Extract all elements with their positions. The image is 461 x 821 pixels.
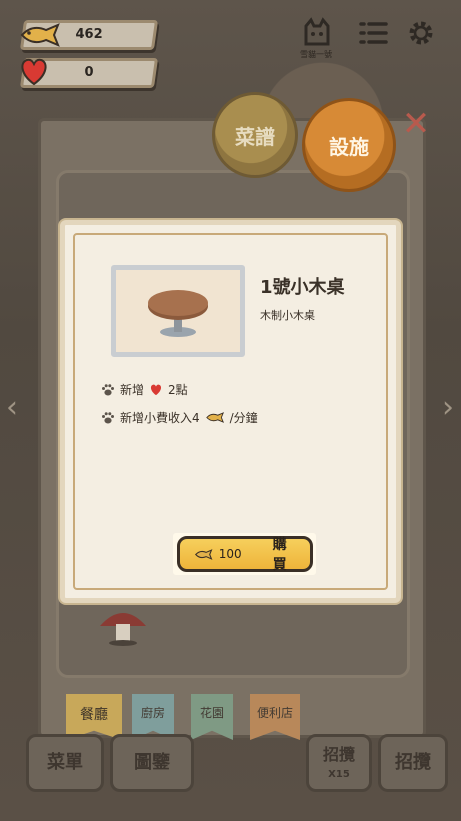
fish-currency-icon — [194, 548, 212, 560]
wooden-table-image — [148, 290, 208, 337]
mushroom-table-item[interactable] — [98, 606, 148, 646]
effect-row-hearts: 新增 2點 — [101, 381, 188, 398]
tab-recipe[interactable]: 菜譜 — [212, 92, 298, 178]
buy-label: 購買 — [272, 537, 287, 573]
item-detail-card: 1號小木桌 木制小木桌 新增 2點 新增小費收入4 /分鐘 100 購買 — [60, 220, 401, 603]
gear-icon[interactable] — [404, 16, 438, 50]
arrow-right-icon[interactable]: › — [436, 390, 460, 426]
menu-button[interactable]: 菜單 — [26, 734, 104, 792]
effect2-suffix: /分鐘 — [229, 411, 258, 425]
fish-currency-icon — [205, 412, 224, 423]
close-icon[interactable]: ✕ — [400, 107, 432, 141]
item-thumbnail — [111, 265, 245, 357]
effect2-prefix: 新增小費收入4 — [120, 411, 200, 425]
heart-icon — [150, 384, 162, 396]
item-description: 木制小木桌 — [260, 309, 315, 322]
arrow-left-icon[interactable]: ‹ — [0, 390, 24, 426]
buy-button[interactable]: 100 購買 — [173, 533, 316, 575]
card-inner-border: 1號小木桌 木制小木桌 新增 2點 新增小費收入4 /分鐘 100 購買 — [73, 233, 388, 590]
guide-button[interactable]: 圖鑒 — [110, 734, 194, 792]
recruit-button[interactable]: 招攬 — [378, 734, 448, 792]
item-title: 1號小木桌 — [260, 277, 345, 298]
paw-icon — [102, 383, 114, 395]
effect-row-tips: 新增小費收入4 /分鐘 — [101, 409, 258, 426]
paw-icon — [102, 411, 114, 423]
shop-name-label: 雪貓一號 — [300, 50, 332, 59]
recruit-multi-button[interactable]: 招攬 X15 — [306, 734, 372, 792]
tab-facility[interactable]: 設施 — [302, 98, 396, 192]
buy-button-face[interactable]: 100 購買 — [176, 536, 313, 573]
fish-currency-icon — [20, 23, 60, 47]
heart-icon — [21, 58, 47, 86]
buy-price: 100 — [218, 547, 242, 561]
recruit-multi-count: X15 — [328, 769, 350, 780]
recruit-multi-label: 招攬 — [322, 745, 355, 764]
effect1-prefix: 新增 — [120, 383, 145, 397]
effect1-suffix: 2點 — [168, 383, 188, 397]
cat-avatar-icon[interactable] — [300, 16, 334, 50]
list-menu-icon[interactable] — [356, 16, 390, 50]
